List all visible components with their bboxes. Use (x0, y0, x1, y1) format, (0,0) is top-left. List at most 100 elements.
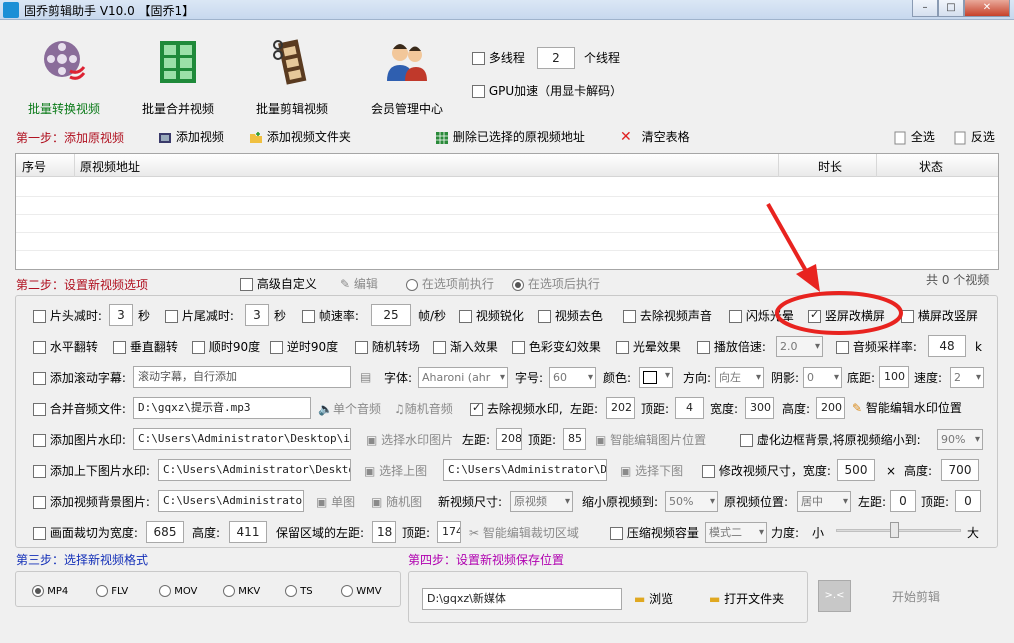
start-icon[interactable]: >.< (818, 580, 851, 612)
samplerate-input[interactable]: 48 (928, 335, 966, 357)
font-select[interactable]: Aharoni (ahr (418, 367, 508, 388)
format-radio[interactable] (223, 585, 235, 597)
batch-merge-button[interactable]: 批量合并视频 (128, 28, 228, 116)
img-top-input[interactable]: 85 (563, 428, 586, 450)
format-option-ts[interactable]: TS (285, 585, 313, 599)
add-video-button[interactable]: 添加视频 (158, 130, 224, 145)
wm-width-input[interactable]: 300 (745, 397, 774, 419)
text-edit-icon[interactable]: ▤ (360, 370, 371, 384)
open-folder-button[interactable]: ▬ 打开文件夹 (709, 592, 784, 606)
format-option-wmv[interactable]: WMV (341, 585, 382, 599)
clear-table-button[interactable]: ✕ 清空表格 (620, 130, 690, 144)
format-option-mp4[interactable]: MP4 (32, 585, 68, 599)
multithread-checkbox[interactable] (472, 52, 485, 65)
head-cut-checkbox[interactable] (33, 310, 46, 323)
format-radio[interactable] (159, 585, 171, 597)
rotate-cw-checkbox[interactable] (192, 341, 205, 354)
member-center-button[interactable]: 会员管理中心 (357, 28, 457, 116)
fade-in-checkbox[interactable] (433, 341, 446, 354)
samplerate-checkbox[interactable] (836, 341, 849, 354)
shadow-select[interactable]: 0 (803, 367, 842, 388)
smart-crop-button[interactable]: ✂ 智能编辑裁切区域 (469, 526, 579, 540)
wm-height-input[interactable]: 200 (816, 397, 845, 419)
choose-bottom-image-button[interactable]: ▣ 选择下图 (620, 464, 683, 478)
gpu-checkbox[interactable] (472, 85, 485, 98)
color-fx-checkbox[interactable] (512, 341, 525, 354)
thread-count-input[interactable]: 2 (537, 47, 575, 69)
format-option-mkv[interactable]: MKV (223, 585, 260, 599)
remove-watermark-checkbox[interactable] (470, 401, 483, 416)
advanced-checkbox[interactable] (240, 278, 253, 291)
flash-checkbox[interactable] (729, 310, 742, 323)
resize-width-input[interactable]: 500 (837, 459, 875, 481)
watermark-image-path[interactable]: C:\Users\Administrator\Desktop\img-q (133, 428, 351, 450)
image-watermark-checkbox[interactable] (33, 434, 46, 447)
crop-height-input[interactable]: 411 (229, 521, 267, 543)
batch-convert-button[interactable]: 批量转换视频 (14, 28, 114, 116)
choose-top-image-button[interactable]: ▣ 选择上图 (364, 464, 427, 478)
bg-top-input[interactable]: 0 (955, 490, 981, 512)
crop-width-input[interactable]: 685 (146, 521, 184, 543)
format-option-mov[interactable]: MOV (159, 585, 197, 599)
compress-checkbox[interactable] (610, 527, 623, 540)
scroll-text-input[interactable]: 滚动字幕，自行添加 (133, 366, 351, 388)
hflip-checkbox[interactable] (33, 341, 46, 354)
bottom-image-path[interactable]: C:\Users\Administrator\Desk (443, 459, 607, 481)
random-audio-button[interactable]: ♫随机音频 (394, 402, 453, 416)
after-radio[interactable] (512, 278, 524, 291)
fps-checkbox[interactable] (302, 310, 315, 323)
single-audio-button[interactable]: 🔈单个音频 (318, 402, 381, 416)
add-folder-button[interactable]: 添加视频文件夹 (249, 130, 351, 145)
random-image-button[interactable]: ▣ 随机图 (371, 495, 422, 509)
bottom-input[interactable]: 100 (879, 366, 909, 388)
top-bottom-watermark-checkbox[interactable] (33, 465, 46, 478)
scroll-speed-select[interactable]: 2 (950, 367, 984, 388)
tail-cut-input[interactable]: 3 (245, 304, 269, 326)
sharpen-checkbox[interactable] (459, 310, 472, 323)
fontsize-select[interactable]: 60 (549, 367, 596, 388)
background-image-checkbox[interactable] (33, 496, 46, 509)
invert-selection-button[interactable]: 反选 (953, 130, 995, 145)
merge-audio-checkbox[interactable] (33, 403, 46, 416)
rotate-ccw-checkbox[interactable] (270, 341, 283, 354)
start-button[interactable]: 开始剪辑 (892, 590, 940, 604)
save-path-input[interactable]: D:\gqxz\新媒体 (422, 588, 622, 610)
color-picker[interactable]: ▾ (639, 367, 673, 388)
scroll-text-checkbox[interactable] (33, 372, 46, 385)
format-radio[interactable] (285, 585, 297, 597)
smart-image-button[interactable]: ▣ 智能编辑图片位置 (595, 433, 706, 447)
keep-top-input[interactable]: 174 (437, 521, 461, 543)
format-radio[interactable] (96, 585, 108, 597)
background-image-path[interactable]: C:\Users\Administrator\D (158, 490, 304, 512)
format-radio[interactable] (32, 585, 44, 597)
direction-select[interactable]: 向左 (715, 367, 764, 388)
smart-watermark-button[interactable]: ✎ 智能编辑水印位置 (852, 401, 962, 415)
select-all-button[interactable]: 全选 (893, 130, 935, 145)
format-radio[interactable] (341, 585, 353, 597)
edit-button[interactable]: ✎ 编辑 (340, 277, 378, 291)
mute-checkbox[interactable] (623, 310, 636, 323)
compress-mode-select[interactable]: 模式二 (705, 522, 767, 543)
choose-watermark-button[interactable]: ▣ 选择水印图片 (366, 433, 453, 447)
top-image-path[interactable]: C:\Users\Administrator\Desktop\i (158, 459, 351, 481)
shrink-select[interactable]: 50% (665, 491, 718, 512)
format-option-flv[interactable]: FLV (96, 585, 128, 599)
browse-button[interactable]: ▬ 浏览 (634, 592, 673, 606)
position-select[interactable]: 居中 (797, 491, 851, 512)
bg-left-input[interactable]: 0 (890, 490, 916, 512)
speed-checkbox[interactable] (697, 341, 710, 354)
audio-path-input[interactable]: D:\gqxz\提示音.mp3 (133, 397, 311, 419)
vflip-checkbox[interactable] (113, 341, 126, 354)
delete-selected-button[interactable]: 删除已选择的原视频地址 (435, 130, 585, 145)
maximize-button[interactable]: □ (938, 0, 964, 17)
tail-cut-checkbox[interactable] (165, 310, 178, 323)
wm-top-input[interactable]: 4 (675, 397, 704, 419)
resize-height-input[interactable]: 700 (941, 459, 979, 481)
head-cut-input[interactable]: 3 (109, 304, 133, 326)
wm-left-input[interactable]: 202 (606, 397, 635, 419)
keep-left-input[interactable]: 18 (372, 521, 396, 543)
blur-scale-select[interactable]: 90% (937, 429, 983, 450)
close-button[interactable]: ✕ (964, 0, 1010, 17)
img-left-input[interactable]: 208 (496, 428, 522, 450)
decolor-checkbox[interactable] (538, 310, 551, 323)
